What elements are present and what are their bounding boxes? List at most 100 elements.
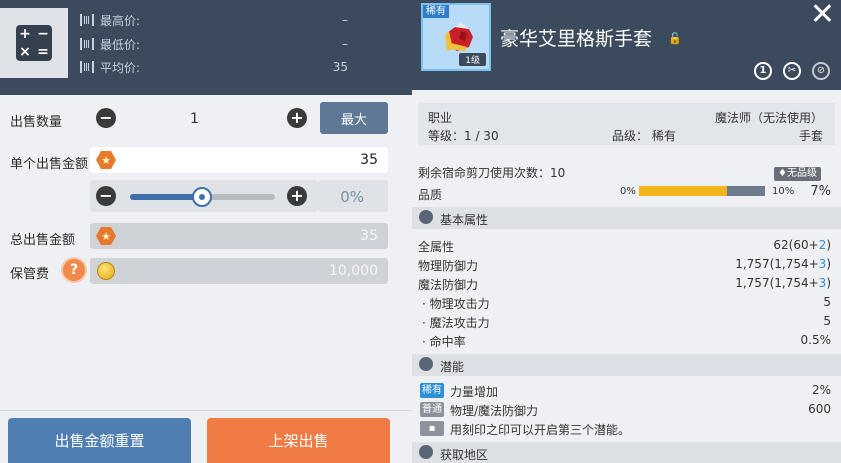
list-for-sale-button[interactable]: 上架出售 (207, 418, 390, 463)
quantity-label: 出售数量 (10, 115, 63, 130)
sub-stat-value: 5 (823, 295, 831, 309)
slider-handle[interactable] (192, 187, 212, 207)
unit-price-value: 35 (360, 152, 378, 168)
locked-slot-icon: ▪ (420, 421, 444, 436)
potential-header: 潜能 (412, 354, 841, 376)
barcode-icon (80, 61, 94, 73)
quality-label: 品质 (418, 188, 443, 202)
job-label: 职业 (428, 111, 453, 125)
slider-percent-box: 0% (318, 180, 388, 212)
storage-fee-value: 10,000 (329, 263, 378, 279)
quality-min: 0% (620, 186, 636, 197)
slider-percent-value: 0% (340, 188, 364, 206)
decrease-quantity-button[interactable]: − (96, 108, 116, 128)
close-icon[interactable]: ✕ (810, 0, 835, 30)
sub-stat-value: 0.5% (800, 333, 832, 347)
sub-stat-value: 5 (823, 314, 831, 328)
highest-price-label: 最高价: (100, 13, 141, 28)
basic-stats-header: 基本属性 (412, 207, 841, 229)
price-summary: + − × = 最高价: – 最低价: – 平均价: 35 (0, 0, 412, 95)
sub-stat-label: · 魔法攻击力 (422, 316, 490, 330)
item-icon-frame: 稀有 1级 (421, 3, 491, 71)
scissors-icon: ✂ (783, 62, 801, 80)
sub-stat-label: · 命中率 (422, 335, 466, 349)
stat-label: 全属性 (418, 240, 455, 254)
level-text: 等级：1 / 30 (428, 129, 499, 143)
potential-label: 力量增加 (450, 385, 499, 399)
lowest-price-row: 最低价: – (80, 34, 348, 54)
storage-fee-label: 保管费 (10, 267, 50, 282)
rarity-tag: 稀有 (423, 5, 449, 18)
quality-value: 7% (810, 184, 831, 199)
slider-fill (130, 194, 196, 200)
sub-stat-label: · 物理攻击力 (422, 297, 490, 311)
stat-value: 1,757(1,754+3) (735, 257, 831, 271)
grade-text: 品级： 稀有 (612, 129, 676, 143)
potential-note: 用刻印之印可以开启第三个潜能。 (450, 423, 631, 437)
help-icon[interactable]: ? (63, 259, 85, 281)
unit-price-label: 单个出售金额 (10, 157, 89, 172)
rarity-tag: 稀有 (420, 383, 444, 398)
stat-value: 62(60+2) (773, 238, 831, 252)
sword-icon (419, 210, 433, 224)
location-pin-icon (419, 445, 433, 459)
calculator-icon: + − × = (16, 25, 52, 61)
total-price-value: 35 (360, 228, 378, 244)
untradeable-icon: ⊘ (812, 62, 830, 80)
max-quantity-button[interactable]: 最大 (320, 102, 388, 134)
meso-coin-icon: ★ (96, 227, 116, 245)
rarity-tag: 普通 (420, 402, 444, 417)
slot-value: 手套 (798, 129, 823, 143)
gold-coin-icon (97, 262, 115, 280)
storage-fee-field: 10,000 (90, 258, 388, 284)
average-price-label: 平均价: (100, 60, 141, 75)
price-slider[interactable] (130, 187, 275, 207)
item-name: 豪华艾里格斯手套 (500, 28, 653, 50)
potential-title: 潜能 (440, 360, 465, 374)
scissors-count: 剩余宿命剪刀使用次数：10 (418, 166, 566, 180)
total-price-field: ★ 35 (90, 223, 388, 249)
price-slider-group: − + (90, 180, 318, 212)
average-price-value: 35 (332, 60, 348, 74)
obtain-title: 获取地区 (440, 448, 489, 462)
quality-bar (639, 186, 765, 196)
meso-coin-icon: ★ (96, 151, 116, 169)
item-header: 稀有 1级 豪华艾里格斯手套 🔓 ✕ 1 ✂ ⊘ (412, 0, 841, 90)
total-price-label: 总出售金额 (10, 233, 76, 248)
potential-value: 2% (811, 383, 831, 397)
quantity-value: 1 (190, 111, 199, 127)
item-info-box: 职业 魔法师（无法使用） 等级：1 / 30 品级： 稀有 手套 (418, 103, 835, 145)
obtain-header: 获取地区 (412, 442, 841, 463)
calculator-button[interactable]: + − × = (0, 8, 68, 78)
potential-label: 物理/魔法防御力 (450, 404, 539, 418)
basic-stats-title: 基本属性 (440, 213, 489, 227)
average-price-row: 平均价: 35 (80, 57, 348, 77)
glove-icon (445, 23, 473, 51)
lowest-price-label: 最低价: (100, 37, 141, 52)
stat-label: 魔法防御力 (418, 278, 479, 292)
potential-icon (419, 357, 433, 371)
potential-value: 600 (808, 402, 831, 416)
trade-once-icon: 1 (754, 62, 772, 80)
stat-label: 物理防御力 (418, 259, 479, 273)
decrease-price-button[interactable]: − (96, 186, 116, 206)
unlock-icon: 🔓 (668, 32, 682, 45)
item-tooltip: 稀有 1级 豪华艾里格斯手套 🔓 ✕ 1 ✂ ⊘ 职业 魔法师（无法使用） 等级… (412, 0, 841, 463)
highest-price-row: 最高价: – (80, 10, 348, 30)
no-grade-badge: ♦无品级 (774, 167, 821, 181)
job-value: 魔法师（无法使用） (714, 111, 823, 125)
unit-price-input[interactable]: ★ 35 (90, 147, 388, 173)
increase-price-button[interactable]: + (287, 186, 307, 206)
divider (0, 410, 412, 411)
highest-price-value: – (342, 13, 348, 27)
reset-price-button[interactable]: 出售金额重置 (8, 418, 191, 463)
quality-bar-fill (639, 186, 728, 196)
stat-value: 1,757(1,754+3) (735, 276, 831, 290)
item-level-tag: 1级 (459, 53, 486, 66)
barcode-icon (80, 38, 94, 50)
barcode-icon (80, 14, 94, 26)
sell-panel: + − × = 最高价: – 最低价: – 平均价: 35 出售数量 − 1 +… (0, 0, 412, 463)
lowest-price-value: – (342, 37, 348, 51)
increase-quantity-button[interactable]: + (287, 108, 307, 128)
quality-max: 10% (772, 186, 795, 197)
